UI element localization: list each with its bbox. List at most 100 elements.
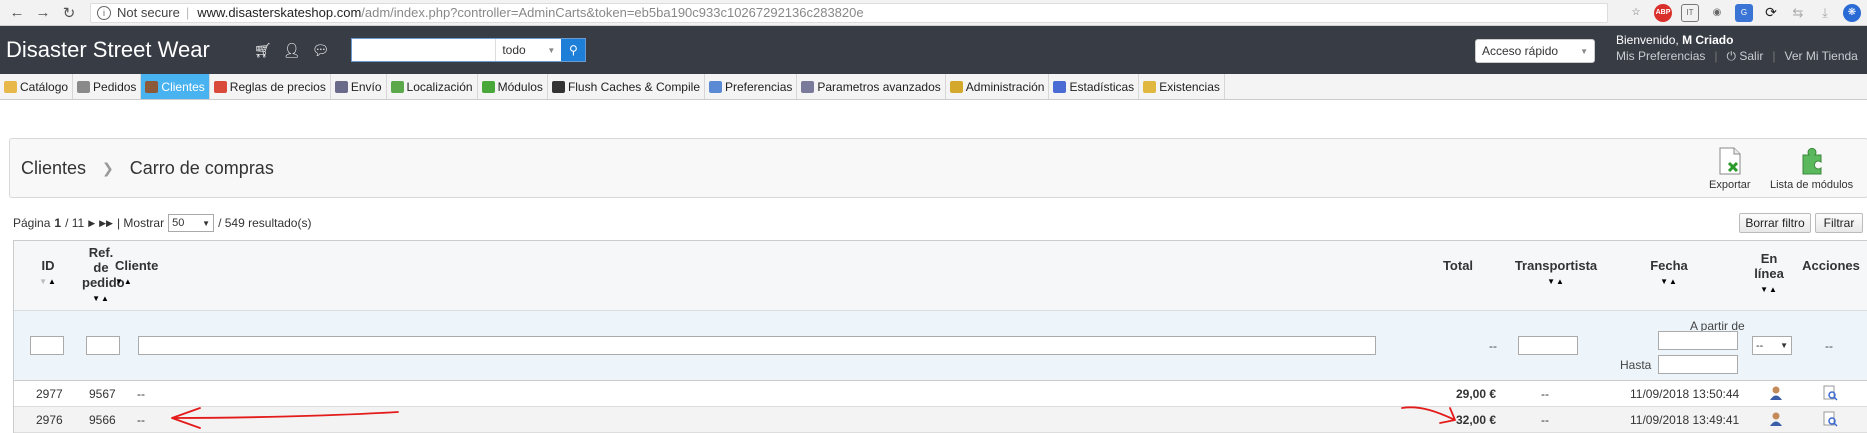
chevron-right-icon: ❯ (102, 160, 114, 176)
download-icon[interactable]: ⤓ (1816, 4, 1834, 22)
cell-order-ref: 9566 (89, 413, 116, 427)
breadcrumb-parent[interactable]: Clientes (21, 158, 86, 179)
quick-access-label: Acceso rápido (1482, 44, 1559, 58)
module-list-button[interactable]: Lista de módulos (1770, 147, 1853, 191)
table-row[interactable]: 2976 9566 -- 32,00 € -- 11/09/2018 13:49… (14, 407, 1867, 433)
col-carrier: Transportista ▼▲ (1504, 258, 1608, 289)
tab-cart[interactable]: Pedidos (73, 74, 142, 99)
chevron-down-icon: ▼ (1580, 46, 1588, 56)
export-label: Exportar (1709, 179, 1751, 191)
extension-blue-icon[interactable]: G (1735, 3, 1753, 22)
cart-icon (77, 80, 91, 93)
col-actions-label: Acciones (1802, 258, 1860, 273)
my-preferences-link[interactable]: Mis Preferencias (1616, 48, 1705, 64)
truck-icon (334, 80, 348, 93)
next-page-icon[interactable]: ▶ (88, 218, 95, 229)
total-filter-placeholder: -- (1489, 339, 1497, 353)
current-page: 1 (54, 216, 62, 230)
tab-preferences[interactable]: Preferencias (705, 74, 798, 99)
url-host: www.disasterskateshop.com (197, 5, 362, 20)
filter-date-from-input[interactable] (1658, 331, 1738, 350)
per-page-select[interactable]: 50 ▼ (168, 214, 215, 232)
user-name: M Criado (1682, 33, 1734, 47)
sort-icon[interactable]: ▼▲ (36, 274, 60, 289)
back-icon[interactable]: ← (6, 2, 28, 24)
brand-name[interactable]: Disaster Street Wear (0, 37, 254, 63)
filter-order-ref-input[interactable] (86, 336, 120, 355)
sort-icon[interactable]: ▼▲ (82, 291, 120, 306)
col-total-label: Total (1442, 258, 1474, 273)
forward-icon[interactable]: → (32, 2, 54, 24)
filter-customer-input[interactable] (138, 336, 1376, 355)
search-button[interactable]: ⚲ (561, 39, 586, 61)
view-icon[interactable] (1822, 411, 1838, 427)
security-label: Not secure (117, 5, 180, 20)
filter-button[interactable]: Filtrar (1815, 213, 1863, 233)
eye-icon[interactable]: ◉ (1708, 4, 1726, 22)
tab-truck[interactable]: Envío (331, 74, 387, 99)
tab-globe[interactable]: Localización (387, 74, 478, 99)
address-bar[interactable]: i Not secure | www.disasterskateshop.com… (90, 2, 1608, 23)
info-icon[interactable]: i (97, 5, 111, 20)
search-input[interactable] (352, 39, 496, 61)
star-icon[interactable]: ☆ (1627, 4, 1645, 22)
logout-label: Salir (1739, 49, 1764, 63)
cell-carrier: -- (1541, 413, 1549, 427)
tab-puzzle[interactable]: Módulos (478, 74, 548, 99)
new-customer-icon[interactable]: 👤︎ (283, 42, 301, 59)
table-row[interactable]: 2977 9567 -- 29,00 € -- 11/09/2018 13:50… (14, 381, 1867, 407)
wrench-icon (801, 80, 815, 93)
customer-online-icon (1770, 412, 1782, 426)
sort-icon[interactable]: ▼▲ (115, 274, 165, 289)
messages-icon[interactable]: 💬︎ (312, 42, 330, 59)
breadcrumb: Clientes ❯ Carro de compras (21, 158, 274, 179)
tab-stock[interactable]: Existencias (1139, 74, 1225, 99)
logout-link[interactable]: ⏻ Salir (1727, 48, 1764, 64)
col-date: Fecha ▼▲ (1634, 258, 1704, 289)
col-online-label: En línea (1754, 251, 1784, 281)
cell-id: 2976 (36, 413, 63, 427)
filter-id-input[interactable] (30, 336, 64, 355)
tab-label: Clientes (161, 79, 205, 94)
globe-icon (390, 80, 404, 93)
cell-customer: -- (137, 387, 145, 401)
page-title: Carro de compras (129, 158, 274, 178)
last-page-icon[interactable]: ▶▶ (99, 218, 113, 229)
filter-carrier-input[interactable] (1518, 336, 1578, 355)
reset-filter-button[interactable]: Borrar filtro (1739, 213, 1811, 233)
chrome-extension-icon[interactable]: ❋ (1843, 3, 1861, 22)
tab-refresh[interactable]: Flush Caches & Compile (548, 74, 705, 99)
filter-online-select[interactable]: -- ▼ (1752, 336, 1792, 355)
puzzle-icon (1802, 147, 1822, 175)
tab-label: Estadísticas (1069, 79, 1135, 94)
pagination: Página 1 / 11 ▶ ▶▶ | Mostrar 50 ▼ / 549 … (13, 214, 311, 232)
tab-key[interactable]: Administración (946, 74, 1050, 99)
tab-wrench[interactable]: Parametros avanzados (797, 74, 946, 99)
quick-access-select[interactable]: Acceso rápido ▼ (1475, 39, 1595, 63)
search-scope-select[interactable]: todo ▼ (495, 39, 562, 61)
col-customer: Cliente ▼▲ (115, 258, 165, 289)
tab-stats[interactable]: Estadísticas (1049, 74, 1140, 99)
cell-id: 2977 (36, 387, 63, 401)
export-button[interactable]: Exportar (1709, 147, 1751, 191)
tab-label: Existencias (1159, 79, 1220, 94)
view-store-link[interactable]: Ver Mi Tienda (1784, 48, 1857, 64)
tab-folder[interactable]: Catálogo (0, 74, 74, 99)
view-icon[interactable] (1822, 385, 1838, 401)
sort-icon[interactable]: ▼▲ (1744, 282, 1794, 297)
col-id-label: ID (41, 258, 55, 273)
extension-it-icon[interactable]: IT (1681, 3, 1699, 22)
sync-icon[interactable]: ⟳ (1762, 4, 1780, 22)
adblock-icon[interactable]: ABP (1654, 3, 1672, 22)
sort-icon[interactable]: ▼▲ (1634, 274, 1704, 289)
tab-label: Envío (350, 79, 382, 94)
filter-date-to-input[interactable] (1658, 355, 1738, 374)
divider: | (1772, 49, 1776, 63)
tab-price-rules[interactable]: Reglas de precios (210, 74, 331, 99)
admin-search: todo ▼ ⚲ (351, 38, 587, 62)
reload-icon[interactable]: ↻ (58, 2, 80, 24)
refresh-icon[interactable]: ⇆ (1789, 4, 1807, 22)
cart-icon[interactable]: 🛒︎ (254, 42, 272, 59)
tab-customer[interactable]: Clientes (141, 74, 210, 99)
sort-icon[interactable]: ▼▲ (1504, 274, 1608, 289)
